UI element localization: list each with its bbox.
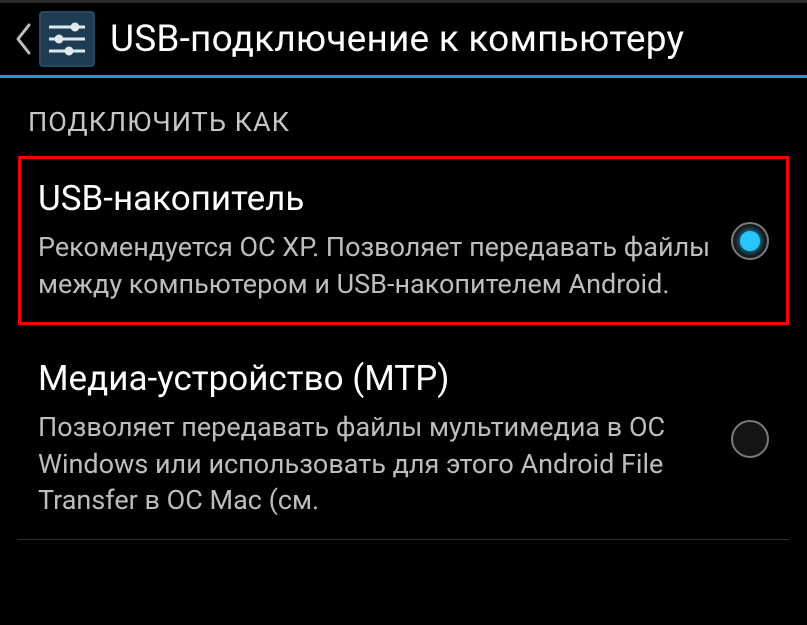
section-header: ПОДКЛЮЧИТЬ КАК	[0, 96, 807, 156]
page-title: USB-подключение к компьютеру	[110, 18, 684, 61]
option-text: Медиа-устройство (MTP) Позволяет передав…	[38, 359, 731, 519]
app-header: USB-подключение к компьютеру	[0, 0, 807, 78]
option-media-device-mtp[interactable]: Медиа-устройство (MTP) Позволяет передав…	[18, 339, 789, 540]
option-text: USB-накопитель Рекомендуется ОС XP. Позв…	[38, 179, 731, 302]
radio-column	[731, 222, 769, 260]
option-description: Позволяет передавать файлы мультимедиа в…	[38, 409, 719, 518]
option-description: Рекомендуется ОС XP. Позволяет передават…	[38, 229, 719, 302]
option-usb-storage[interactable]: USB-накопитель Рекомендуется ОС XP. Позв…	[18, 156, 789, 325]
settings-content: ПОДКЛЮЧИТЬ КАК USB-накопитель Рекомендуе…	[0, 78, 807, 540]
settings-screen: { "header": { "title": "USB-подключение …	[0, 0, 807, 625]
sliders-icon	[38, 10, 96, 68]
options-list: USB-накопитель Рекомендуется ОС XP. Позв…	[0, 156, 807, 540]
back-icon[interactable]	[10, 18, 36, 60]
radio-button[interactable]	[731, 222, 769, 260]
radio-column	[731, 420, 769, 458]
option-title: Медиа-устройство (MTP)	[38, 359, 719, 399]
option-title: USB-накопитель	[38, 179, 719, 219]
radio-button[interactable]	[731, 420, 769, 458]
radio-dot-icon	[740, 231, 760, 251]
